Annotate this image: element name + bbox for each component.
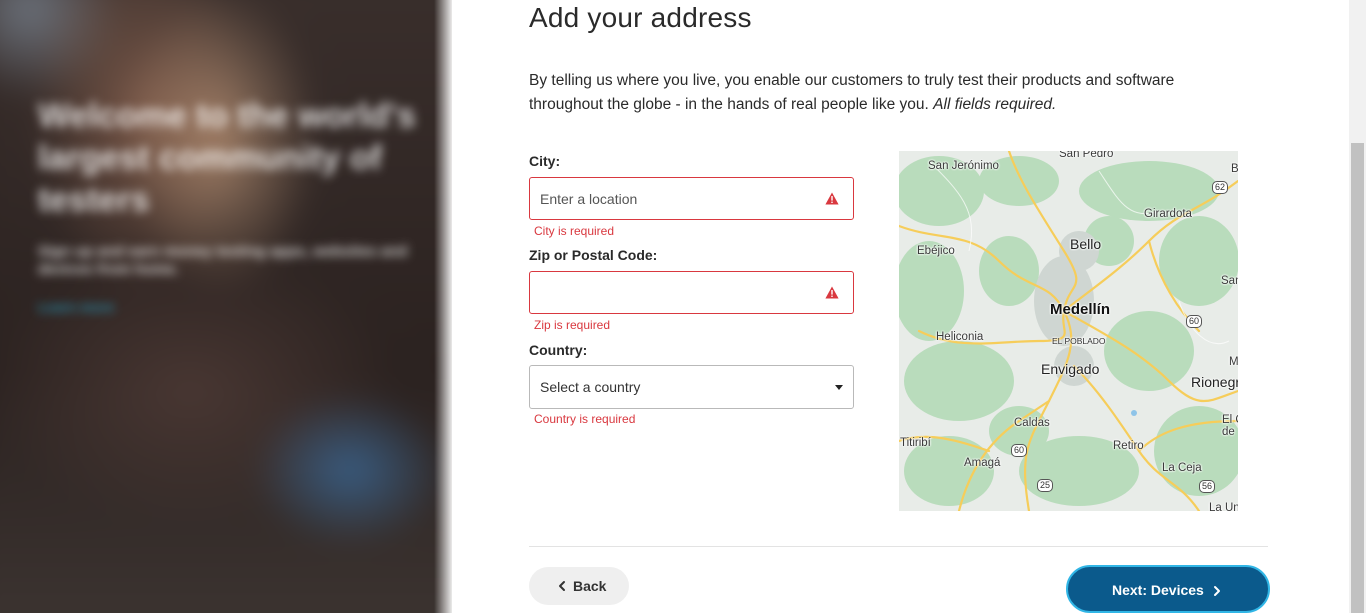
map-label-de-edge: de	[1222, 426, 1235, 438]
country-error: Country is required	[534, 412, 636, 426]
map-label-bello: Bello	[1070, 236, 1102, 252]
hero-text: Welcome to the world's largest community…	[38, 95, 428, 317]
location-map[interactable]: San Pedro San Jerónimo B 62 Girardota Be…	[899, 151, 1238, 511]
chevron-right-icon	[1214, 586, 1220, 596]
next-devices-button[interactable]: Next: Devices	[1066, 565, 1270, 613]
back-button-label: Back	[573, 578, 607, 594]
back-button[interactable]: Back	[529, 567, 629, 605]
map-label-la-un-edge: La Un	[1209, 502, 1238, 511]
country-select-value: Select a country	[540, 379, 641, 395]
zip-error: Zip is required	[534, 318, 611, 332]
country-select[interactable]: Select a country	[529, 365, 854, 409]
map-label-rionegro: Rionegr	[1191, 374, 1238, 390]
route-60-marker: 60	[1186, 315, 1203, 328]
scrollbar-thumb[interactable]	[1351, 143, 1364, 613]
map-label-san-edge: San	[1221, 275, 1238, 287]
city-input[interactable]	[540, 178, 810, 219]
zip-field[interactable]	[529, 271, 854, 314]
route-56-marker: 56	[1199, 480, 1216, 493]
hero-panel: Welcome to the world's largest community…	[0, 0, 452, 613]
chevron-down-icon	[835, 385, 843, 390]
map-label-ebejico: Ebéjico	[917, 245, 955, 257]
map-label-medellin: Medellín	[1050, 301, 1111, 318]
map-label-heliconia: Heliconia	[936, 331, 984, 343]
warning-icon	[825, 192, 839, 205]
map-label-ma-edge: Ma	[1229, 356, 1238, 368]
hero-link: Learn more	[38, 299, 115, 315]
intro-body: By telling us where you live, you enable…	[529, 72, 1175, 113]
intro-note: All fields required.	[933, 96, 1057, 113]
map-label-retiro: Retiro	[1113, 440, 1144, 452]
page-scrollbar[interactable]	[1349, 0, 1366, 613]
city-field[interactable]	[529, 177, 854, 220]
warning-icon	[825, 286, 839, 299]
route-62-marker: 62	[1212, 181, 1229, 194]
map-label-el-poblado: EL POBLADO	[1052, 336, 1106, 346]
map-label-titiribi: Titiribí	[900, 437, 931, 449]
route-25-marker: 25	[1037, 479, 1054, 492]
city-error: City is required	[534, 224, 615, 238]
zip-input[interactable]	[540, 272, 810, 313]
hero-title: Welcome to the world's largest community…	[38, 97, 416, 219]
route-60-marker: 60	[1011, 444, 1028, 457]
zip-label: Zip or Postal Code:	[529, 247, 658, 263]
hero-subtitle: Sign up and earn money testing apps, web…	[38, 243, 408, 278]
map-label-girardota: Girardota	[1144, 208, 1192, 220]
chevron-left-icon	[559, 581, 565, 591]
country-label: Country:	[529, 342, 588, 358]
map-label-el-edge: El C	[1222, 414, 1238, 426]
map-label-envigado: Envigado	[1041, 361, 1100, 377]
next-button-label: Next: Devices	[1112, 582, 1204, 598]
map-label-san-pedro: San Pedro	[1059, 151, 1114, 160]
map-label-caldas: Caldas	[1014, 417, 1050, 429]
hero-fade-edge	[434, 0, 452, 613]
intro-text: By telling us where you live, you enable…	[529, 69, 1229, 117]
city-label: City:	[529, 153, 561, 169]
map-label-la-ceja: La Ceja	[1162, 462, 1202, 474]
map-label-b-edge: B	[1231, 163, 1238, 175]
footer-divider	[529, 546, 1268, 547]
page-title: Add your address	[529, 2, 752, 33]
map-label-amaga: Amagá	[964, 457, 1001, 469]
map-label-san-jeronimo: San Jerónimo	[928, 160, 999, 172]
